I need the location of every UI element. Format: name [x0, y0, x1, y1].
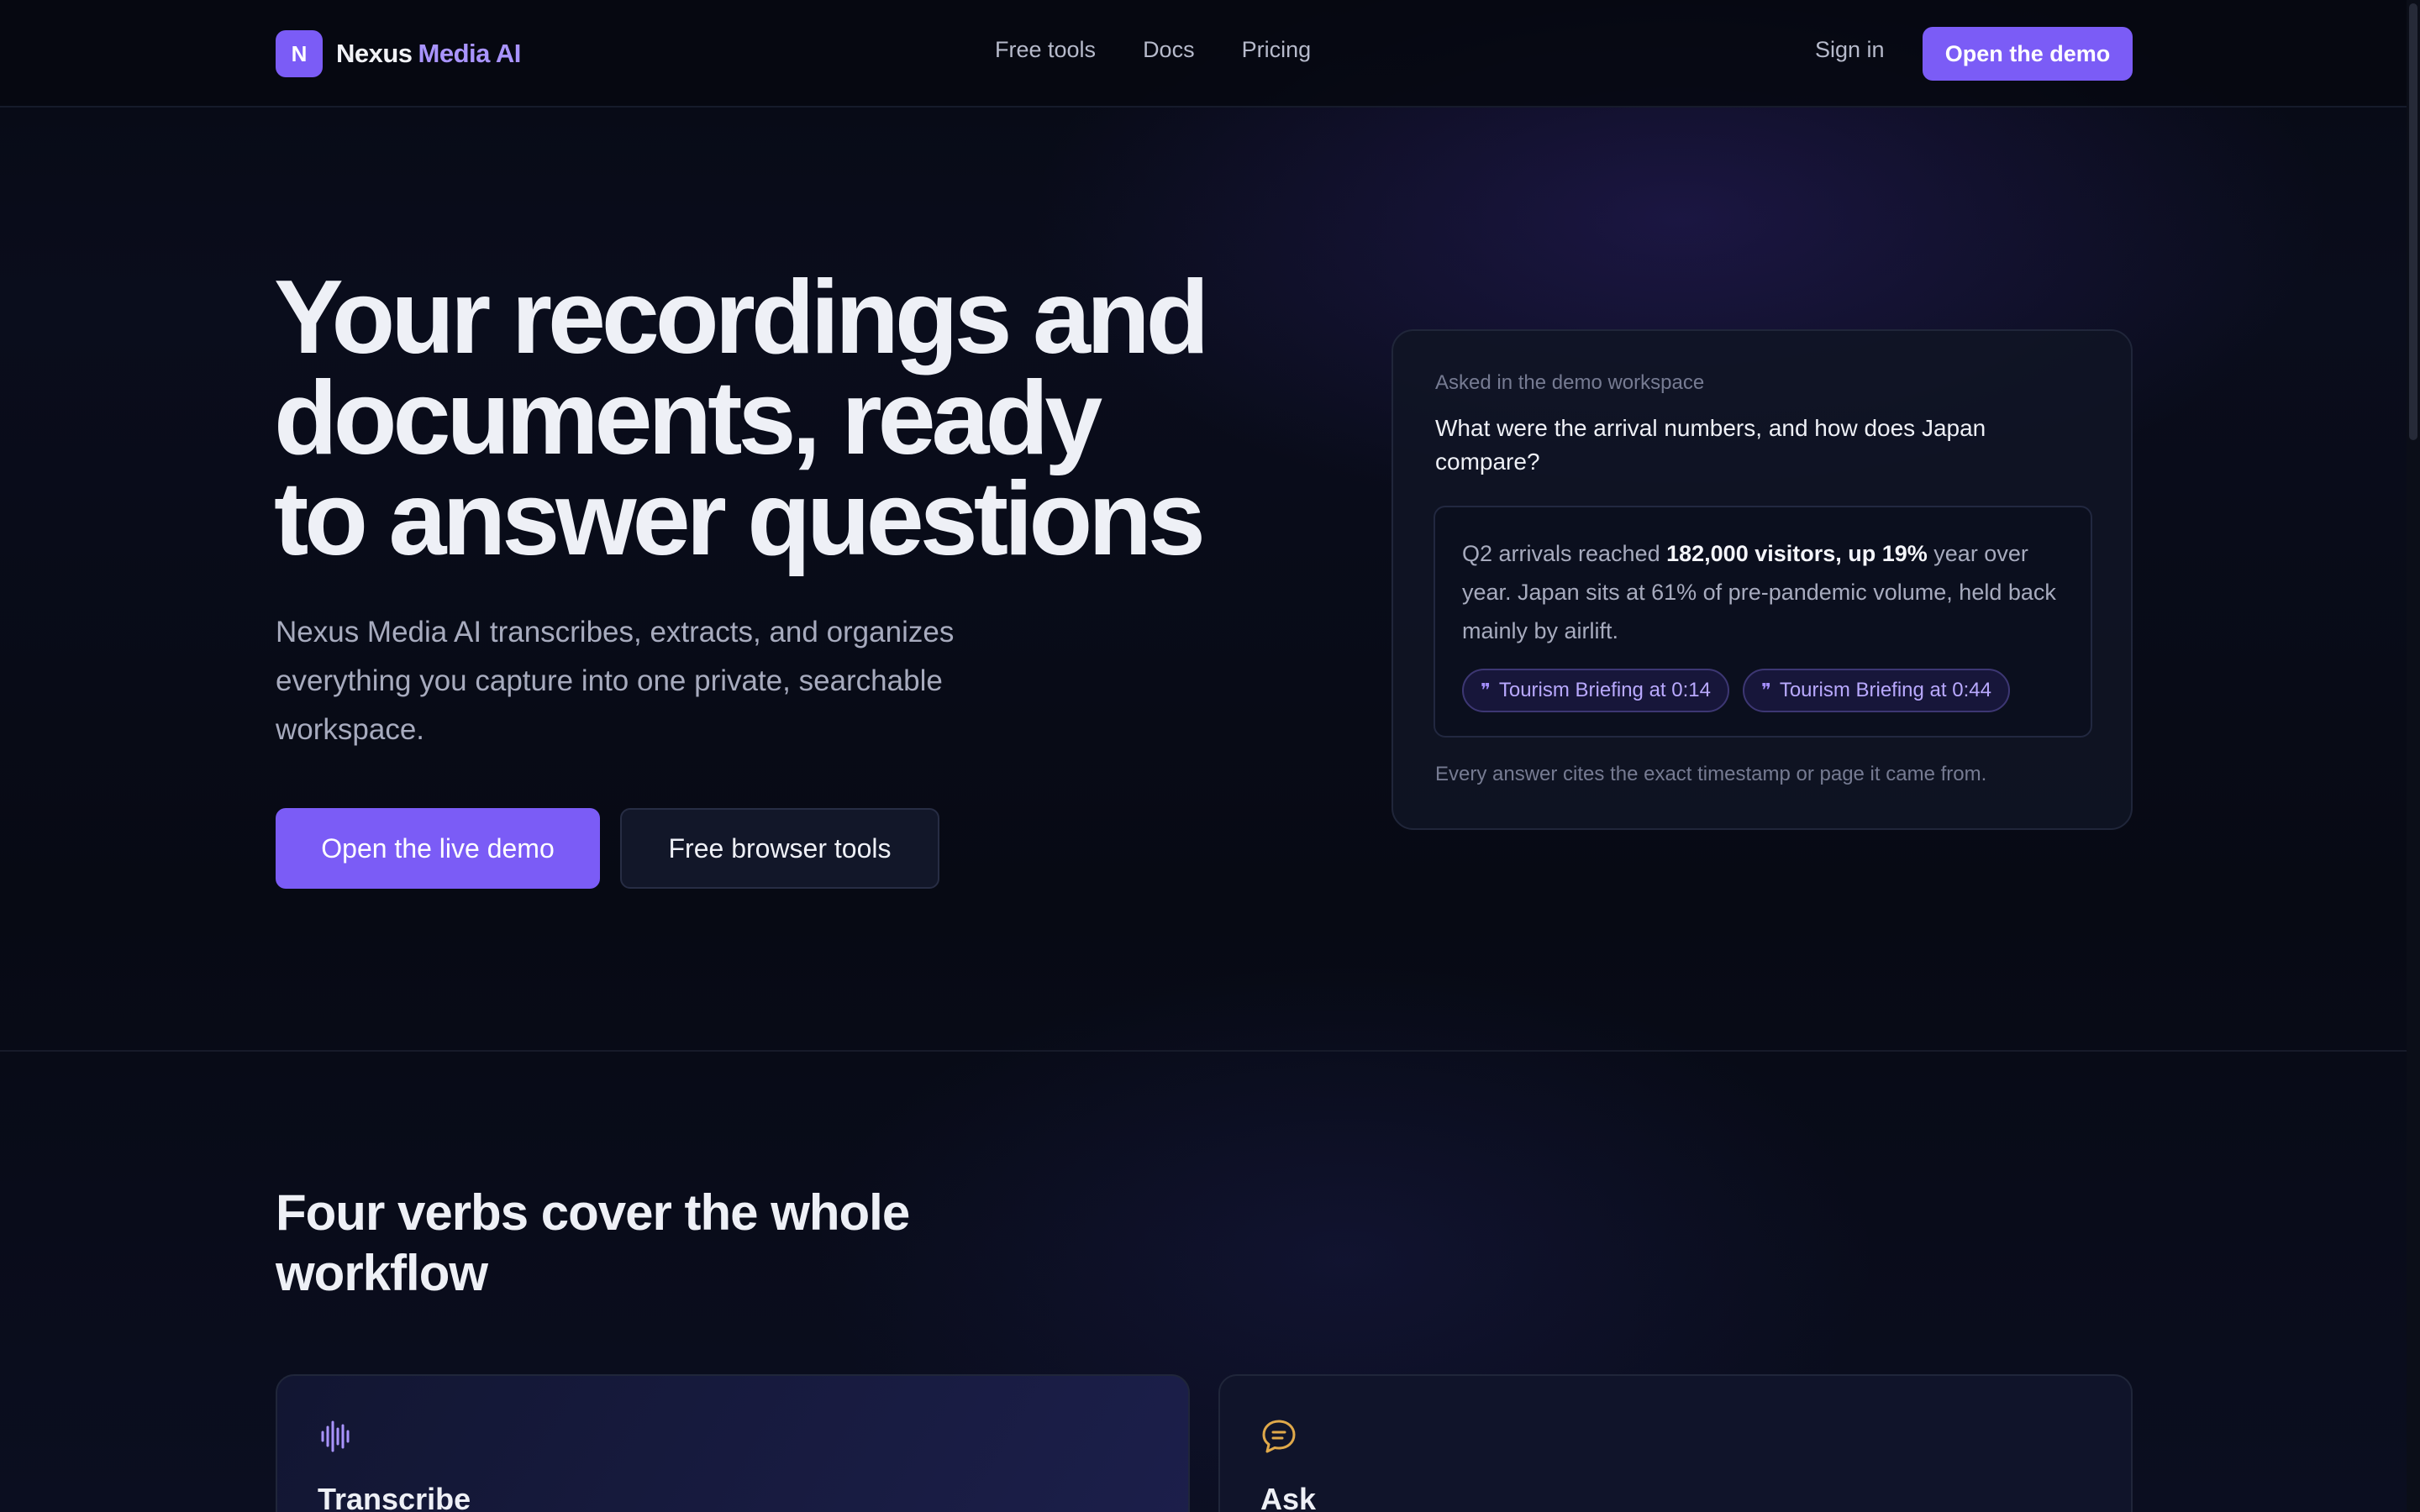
- page: N Nexus Media AI Free tools Docs Pricing …: [0, 0, 2407, 1512]
- demo-kicker: Asked in the demo workspace: [1435, 371, 1705, 394]
- citation-chips: ❞ Tourism Briefing at 0:14 ❞ Tourism Bri…: [1462, 669, 2010, 712]
- open-demo-button[interactable]: Open the demo: [1923, 27, 2133, 81]
- answer-text-lead: Q2 arrivals reached: [1462, 541, 1667, 566]
- answer-highlight: 182,000 visitors, up 19%: [1666, 541, 1928, 566]
- brand-logo[interactable]: N Nexus Media AI: [276, 30, 521, 77]
- feature-card-transcribe[interactable]: Transcribe: [276, 1374, 1190, 1512]
- citation-label: Tourism Briefing at 0:14: [1498, 679, 1711, 701]
- page-scrollbar[interactable]: [2407, 0, 2420, 1512]
- chat-bubble-icon: [1262, 1420, 1296, 1453]
- hero-title: Your recordings and documents, ready to …: [274, 265, 1249, 571]
- top-nav: N Nexus Media AI Free tools Docs Pricing …: [0, 0, 2407, 108]
- demo-answer-card: Asked in the demo workspace What were th…: [1392, 329, 2133, 830]
- feature-title: Ask: [1260, 1482, 1317, 1512]
- section-divider: [0, 1050, 2407, 1052]
- feature-card-ask[interactable]: Ask: [1218, 1374, 2133, 1512]
- brand-name: Nexus Media AI: [336, 39, 521, 69]
- waveform-icon: [321, 1420, 350, 1452]
- nav-links: Free tools Docs Pricing: [995, 37, 1311, 63]
- hero-title-line-1: Your recordings and: [274, 260, 1209, 375]
- hero-title-line-3: to answer questions: [274, 461, 1206, 577]
- feature-title: Transcribe: [318, 1482, 471, 1512]
- hero-title-line-2: documents, ready: [274, 360, 1102, 476]
- quote-icon: ❞: [1760, 680, 1771, 701]
- answer-text: Q2 arrivals reached 182,000 visitors, up…: [1462, 534, 2067, 650]
- brand-mark-icon: N: [276, 30, 323, 77]
- quote-icon: ❞: [1481, 680, 1491, 701]
- answer-box: Q2 arrivals reached 182,000 visitors, up…: [1434, 506, 2092, 738]
- citation-chip[interactable]: ❞ Tourism Briefing at 0:44: [1742, 669, 2010, 712]
- nav-link-free-tools[interactable]: Free tools: [995, 37, 1096, 63]
- citation-chip[interactable]: ❞ Tourism Briefing at 0:14: [1462, 669, 1729, 712]
- nav-link-docs[interactable]: Docs: [1143, 37, 1195, 63]
- brand-name-accent: Media AI: [418, 39, 522, 68]
- scrollbar-thumb[interactable]: [2409, 3, 2417, 440]
- sign-in-link[interactable]: Sign in: [1815, 37, 1885, 63]
- open-live-demo-button[interactable]: Open the live demo: [276, 808, 600, 889]
- demo-footnote: Every answer cites the exact timestamp o…: [1435, 763, 1987, 785]
- nav-link-pricing[interactable]: Pricing: [1242, 37, 1312, 63]
- citation-label: Tourism Briefing at 0:44: [1779, 679, 1991, 701]
- free-browser-tools-button[interactable]: Free browser tools: [620, 808, 939, 889]
- brand-name-primary: Nexus: [336, 39, 413, 68]
- section-title: Four verbs cover the whole workflow: [276, 1184, 910, 1301]
- hero-subtitle: Nexus Media AI transcribes, extracts, an…: [276, 616, 955, 746]
- demo-question: What were the arrival numbers, and how d…: [1435, 415, 1986, 475]
